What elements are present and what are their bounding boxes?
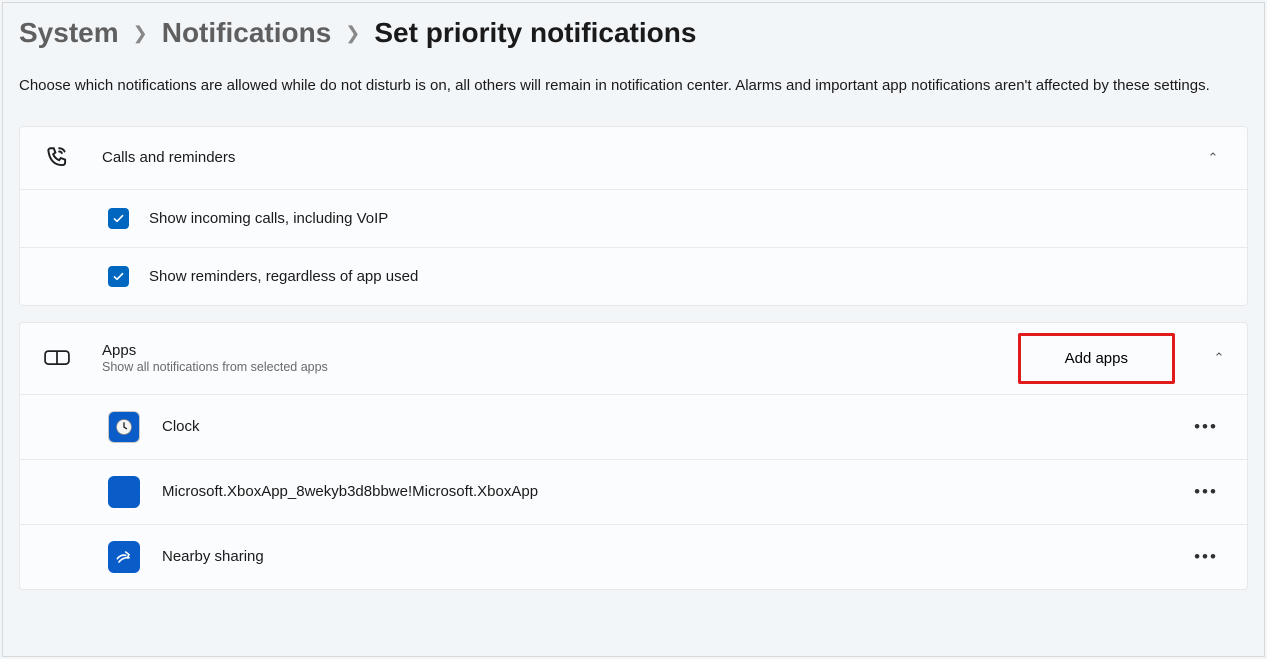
breadcrumb-system[interactable]: System	[19, 17, 119, 49]
calls-reminders-header[interactable]: Calls and reminders ⌃	[20, 127, 1247, 190]
app-name-label: Microsoft.XboxApp_8wekyb3d8bbwe!Microsof…	[162, 483, 1167, 500]
nearby-sharing-app-icon	[108, 541, 140, 573]
checkbox-reminders[interactable]	[108, 266, 129, 287]
page-description: Choose which notifications are allowed w…	[19, 75, 1248, 98]
app-name-label: Nearby sharing	[162, 548, 1167, 565]
checkbox-label: Show reminders, regardless of app used	[149, 268, 418, 285]
chevron-up-icon[interactable]: ⌃	[1203, 150, 1223, 166]
calls-reminders-panel: Calls and reminders ⌃ Show incoming call…	[19, 126, 1248, 306]
checkbox-row-incoming-calls: Show incoming calls, including VoIP	[20, 190, 1247, 248]
apps-section-subtitle: Show all notifications from selected app…	[102, 360, 994, 374]
add-apps-button[interactable]: Add apps	[1018, 333, 1175, 384]
checkbox-label: Show incoming calls, including VoIP	[149, 210, 388, 227]
app-row-clock: Clock •••	[20, 395, 1247, 460]
breadcrumb: System ❯ Notifications ❯ Set priority no…	[19, 17, 1248, 49]
breadcrumb-current: Set priority notifications	[374, 17, 696, 49]
breadcrumb-notifications[interactable]: Notifications	[162, 17, 332, 49]
app-row-nearby: Nearby sharing •••	[20, 525, 1247, 589]
more-options-button[interactable]: •••	[1189, 478, 1223, 506]
app-name-label: Clock	[162, 418, 1167, 435]
more-options-button[interactable]: •••	[1189, 413, 1223, 441]
apps-icon	[44, 350, 70, 365]
clock-app-icon	[108, 411, 140, 443]
checkbox-row-reminders: Show reminders, regardless of app used	[20, 248, 1247, 305]
checkbox-incoming-calls[interactable]	[108, 208, 129, 229]
app-row-xbox: Microsoft.XboxApp_8wekyb3d8bbwe!Microsof…	[20, 460, 1247, 525]
chevron-up-icon[interactable]: ⌃	[1209, 350, 1229, 366]
apps-panel: Apps Show all notifications from selecte…	[19, 322, 1248, 590]
calls-section-title: Calls and reminders	[102, 149, 1179, 166]
phone-icon	[44, 145, 70, 171]
apps-header[interactable]: Apps Show all notifications from selecte…	[20, 323, 1247, 395]
xbox-app-icon	[108, 476, 140, 508]
apps-section-title: Apps	[102, 342, 994, 359]
settings-page: System ❯ Notifications ❯ Set priority no…	[2, 2, 1265, 657]
chevron-right-icon: ❯	[345, 23, 360, 44]
more-options-button[interactable]: •••	[1189, 543, 1223, 571]
chevron-right-icon: ❯	[133, 23, 148, 44]
